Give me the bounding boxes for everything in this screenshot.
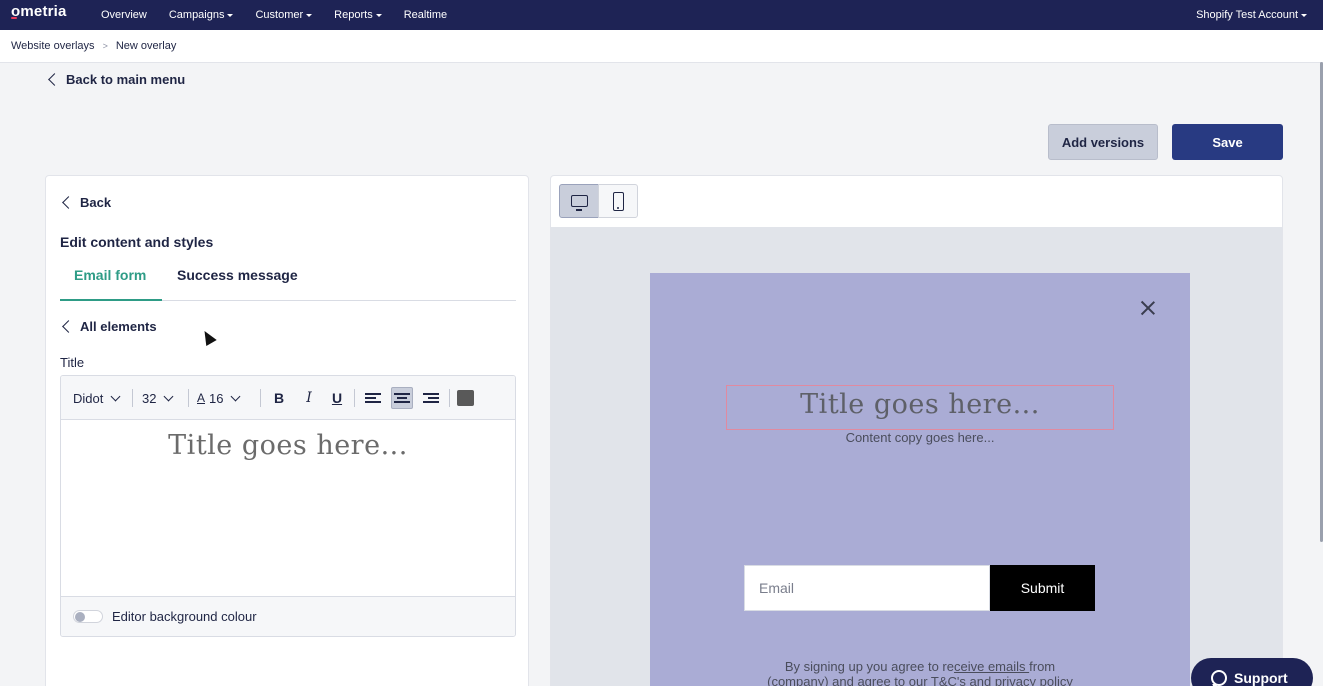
back-to-main-menu-label: Back to main menu [66,72,186,87]
line-height-select[interactable]: A 16 [197,376,241,420]
chevron-left-icon [48,73,61,86]
line-height-icon: A [197,391,206,405]
all-elements-link[interactable]: All elements [62,319,157,334]
editor-toolbar: Didot 32 A 16 B I U [61,376,515,420]
toolbar-divider [354,389,355,407]
desktop-view-button[interactable] [559,184,599,218]
top-nav: ometria Overview Campaigns Customer Repo… [0,0,1323,30]
device-toggle-bar [551,176,1282,227]
close-icon[interactable] [1140,300,1156,316]
underline-button[interactable]: U [326,387,348,409]
align-right-icon [423,391,439,406]
editor-title-text: Title goes here... [168,430,408,461]
bold-button[interactable]: B [268,387,290,409]
toolbar-divider [260,389,261,407]
overlay-copy[interactable]: Content copy goes here... [650,430,1190,445]
overlay-legal-text[interactable]: By signing up you agree to receive email… [690,659,1150,686]
ometria-logo[interactable]: ometria [11,3,67,20]
panel-heading: Edit content and styles [60,234,214,250]
italic-button[interactable]: I [298,387,320,409]
font-family-select[interactable]: Didot [73,376,121,420]
monitor-icon [570,195,588,211]
support-button[interactable]: Support [1191,658,1313,686]
background-colour-label: Editor background colour [112,609,257,624]
mobile-view-button[interactable] [598,184,638,218]
caret-down-icon [1301,14,1307,17]
background-colour-toggle[interactable] [73,610,103,623]
submit-button[interactable]: Submit [990,565,1095,611]
tab-success-message[interactable]: Success message [177,267,298,283]
overlay-title-selection[interactable]: Title goes here... [726,385,1114,430]
chat-bubble-icon [1211,670,1227,686]
back-link[interactable]: Back [62,195,112,210]
nav-links: Overview Campaigns Customer Reports Real… [101,0,469,30]
breadcrumb: Website overlays > New overlay [0,30,1323,63]
align-left-button[interactable] [362,387,384,409]
align-right-button[interactable] [420,387,442,409]
chevron-left-icon [62,196,75,209]
preview-panel: Title goes here... Content copy goes her… [550,175,1283,686]
tab-email-form[interactable]: Email form [59,267,163,301]
toolbar-divider [449,389,450,407]
chevron-left-icon [62,320,75,333]
align-center-icon [394,391,410,406]
text-color-swatch[interactable] [457,390,474,406]
account-menu[interactable]: Shopify Test Account [1196,0,1307,30]
rich-text-editor: Didot 32 A 16 B I U Title goes here... Ed… [60,375,516,637]
breadcrumb-website-overlays[interactable]: Website overlays [11,40,95,52]
field-label: Title [60,355,85,370]
back-label: Back [80,195,112,210]
nav-realtime[interactable]: Realtime [404,9,447,21]
align-left-icon [365,391,381,406]
nav-overview[interactable]: Overview [101,9,147,21]
nav-customer[interactable]: Customer [255,9,313,21]
support-label: Support [1234,670,1288,686]
overlay-title: Title goes here... [800,389,1040,420]
save-button[interactable]: Save [1172,124,1283,160]
caret-down-icon [375,14,382,17]
nav-reports[interactable]: Reports [334,9,382,21]
overlay-preview: Title goes here... Content copy goes her… [650,273,1190,686]
editor-content-area[interactable]: Title goes here... [61,420,515,596]
toolbar-divider [132,389,133,407]
add-versions-button[interactable]: Add versions [1048,124,1158,160]
email-field[interactable]: Email [744,565,990,611]
all-elements-label: All elements [80,319,157,334]
breadcrumb-separator: > [102,41,108,51]
phone-icon [612,191,624,211]
breadcrumb-current: New overlay [115,40,177,52]
chevron-down-icon [231,391,241,401]
chevron-down-icon [110,391,121,401]
chevron-down-icon [164,391,174,401]
caret-down-icon [227,14,234,17]
content-tabs: Email form Success message [59,266,516,301]
toolbar-divider [188,389,189,407]
editor-panel: Back Edit content and styles Email form … [45,175,529,686]
back-to-main-menu-link[interactable]: Back to main menu [48,72,186,87]
caret-down-icon [306,14,313,17]
font-size-select[interactable]: 32 [142,376,174,420]
editor-footer: Editor background colour [61,596,515,636]
align-center-button[interactable] [391,387,413,409]
nav-campaigns[interactable]: Campaigns [169,9,234,21]
